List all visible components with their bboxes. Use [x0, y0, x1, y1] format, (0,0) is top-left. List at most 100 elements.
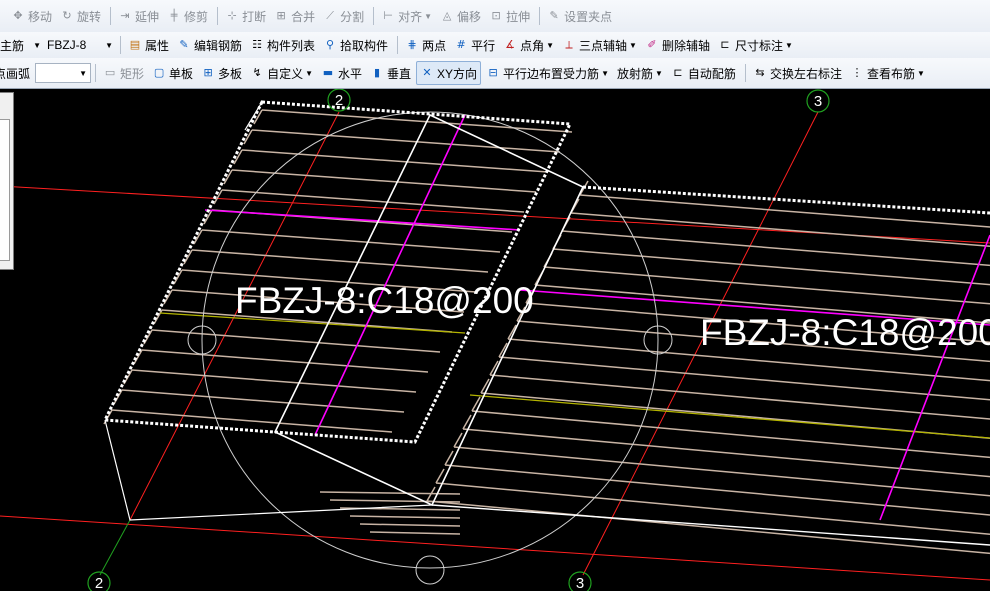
three-point-icon: ⟂	[565, 38, 573, 51]
move-icon: ✥	[13, 9, 23, 22]
rotate-button[interactable]: ↻ 旋转	[57, 5, 104, 27]
separator	[744, 64, 746, 82]
extend-button[interactable]: ⇥ 延伸	[115, 5, 162, 27]
chevron-down-icon: ▼	[785, 40, 793, 50]
auto-rebar-button[interactable]: ⊏ 自动配筋	[668, 62, 739, 84]
xy-direction-button[interactable]: ✕ XY方向	[416, 61, 482, 85]
component-select[interactable]: FBZJ-8 ▼	[44, 35, 116, 55]
split-icon: ⟋	[326, 9, 334, 22]
eraser-icon: ✐	[647, 38, 657, 51]
parallel-edge-rebar-button[interactable]: ⊟ 平行边布置受力筋 ▼	[483, 62, 612, 84]
multi-slab-icon: ⊞	[203, 66, 213, 79]
delete-aux-button[interactable]: ✐ 删除辅轴	[642, 34, 713, 56]
three-point-aux-button[interactable]: ⟂ 三点辅轴 ▼	[559, 34, 640, 56]
component-toolbar: 主筋 ▼ FBZJ-8 ▼ ▤ 属性 ✎ 编辑钢筋 ☷ 构件列表 ⚲ 拾取构件 ⋕ 两点 # 平…	[0, 32, 990, 59]
trim-button[interactable]: ╪ 修剪	[164, 5, 211, 27]
horizontal-icon: ▬	[322, 66, 334, 79]
left-dock-content	[0, 119, 10, 261]
separator	[373, 7, 375, 25]
custom-icon: ↯	[252, 66, 262, 79]
single-slab-button[interactable]: ▢ 单板	[149, 62, 196, 84]
break-button[interactable]: ⊹ 打断	[222, 5, 269, 27]
break-icon: ⊹	[227, 9, 237, 22]
chevron-down-icon: ▼	[79, 68, 88, 78]
align-button[interactable]: ⊢ 对齐 ▼	[378, 5, 435, 27]
dimension-button[interactable]: ⊏ 尺寸标注 ▼	[715, 34, 796, 56]
edit-toolbar: ✥ 移动 ↻ 旋转 ⇥ 延伸 ╪ 修剪 ⊹ 打断 ⊞ 合并 ⟋ 分割 ⊢ 对齐 ▼ ◬ 偏移 ⊡ 拉伸…	[0, 0, 990, 33]
vertical-button[interactable]: ▮ 垂直	[367, 62, 414, 84]
parallel-icon: #	[456, 38, 466, 51]
stretch-icon: ⊡	[491, 9, 501, 22]
arc-mode-label: 点画弧	[0, 66, 31, 81]
separator	[217, 7, 219, 25]
chevron-down-icon: ▼	[916, 68, 925, 78]
swap-icon: ⇆	[755, 66, 765, 79]
set-grip-button[interactable]: ✎ 设置夹点	[544, 5, 615, 27]
split-button[interactable]: ⟋ 分割	[320, 5, 367, 27]
rectangle-icon: ▭	[104, 66, 116, 79]
axis-label: 2	[335, 92, 343, 109]
horizontal-button[interactable]: ▬ 水平	[318, 62, 365, 84]
separator	[110, 7, 112, 25]
parallel-edge-icon: ⊟	[488, 66, 498, 79]
point-angle-icon: ∡	[505, 38, 516, 51]
merge-icon: ⊞	[276, 9, 286, 22]
swap-label-button[interactable]: ⇆ 交换左右标注	[750, 62, 845, 84]
trim-icon: ╪	[170, 9, 178, 22]
properties-icon: ▤	[129, 38, 141, 51]
view-rebar-button[interactable]: ⋮ 查看布筋 ▼	[847, 62, 928, 84]
separator	[120, 36, 121, 54]
draw-toolbar: 点画弧 ▼ ▭矩形 ▢单板 ⊞多板 ↯自定义▼ ▬水平 ▮垂直 ✕XY方向 ⊟平…	[0, 58, 990, 89]
edit-rebar-button[interactable]: ✎ 编辑钢筋	[174, 34, 245, 56]
chevron-down-icon: ▼	[629, 40, 637, 50]
parallel-button[interactable]: # 平行	[451, 34, 498, 56]
extend-icon: ⇥	[120, 9, 130, 22]
chevron-down-icon: ▼	[601, 68, 609, 78]
chevron-down-icon: ▼	[305, 68, 313, 78]
offset-icon: ◬	[442, 9, 452, 22]
rebar-label[interactable]: FBZJ-8:C18@200	[235, 280, 534, 321]
pencil-icon: ✎	[179, 38, 189, 51]
chevron-down-icon: ▼	[424, 11, 433, 21]
align-icon: ⊢	[383, 9, 393, 22]
single-slab-icon: ▢	[153, 66, 165, 79]
point-angle-button[interactable]: ∡ 点角 ▼	[500, 34, 557, 56]
separator	[539, 7, 541, 25]
dimension-icon: ⊏	[720, 38, 730, 51]
pick-icon: ⚲	[326, 38, 335, 51]
arc-value-select[interactable]: ▼	[35, 63, 92, 83]
chevron-down-icon: ▼	[33, 40, 41, 50]
multi-slab-button[interactable]: ⊞ 多板	[198, 62, 245, 84]
stretch-button[interactable]: ⊡ 拉伸	[486, 5, 533, 27]
two-points-button[interactable]: ⋕ 两点	[402, 34, 449, 56]
axis-label: 3	[576, 575, 584, 591]
axis-label: 2	[95, 575, 103, 591]
chevron-down-icon: ▼	[655, 68, 663, 78]
move-button[interactable]: ✥ 移动	[8, 5, 55, 27]
radial-rebar-button[interactable]: 放射筋 ▼	[614, 62, 666, 84]
offset-button[interactable]: ◬ 偏移	[437, 5, 484, 27]
auto-rebar-icon: ⊏	[673, 66, 683, 79]
rebar-label[interactable]: FBZJ-8:C18@200	[700, 312, 990, 353]
xy-direction-icon: ✕	[422, 66, 432, 79]
rotate-icon: ↻	[62, 9, 72, 22]
separator	[95, 64, 97, 82]
grip-icon: ✎	[549, 9, 559, 22]
drawing-canvas[interactable]: 2 3 2 3 FBZJ-8:C18@200 FBZJ-8:C18@200	[0, 89, 990, 591]
separator	[397, 36, 399, 54]
list-icon: ☷	[252, 38, 262, 51]
custom-button[interactable]: ↯ 自定义 ▼	[247, 62, 316, 84]
properties-button[interactable]: ▤ 属性	[125, 34, 172, 56]
merge-button[interactable]: ⊞ 合并	[271, 5, 318, 27]
two-points-icon: ⋕	[407, 38, 417, 51]
left-dock-panel[interactable]	[0, 92, 14, 270]
rebar-type-select[interactable]: 主筋 ▼	[0, 35, 44, 55]
chevron-down-icon: ▼	[546, 40, 555, 50]
axis-label: 3	[814, 93, 822, 110]
chevron-down-icon: ▼	[105, 40, 113, 50]
rectangle-button[interactable]: ▭ 矩形	[100, 62, 147, 84]
vertical-icon: ▮	[373, 66, 381, 79]
view-rebar-icon: ⋮	[851, 66, 863, 79]
component-list-button[interactable]: ☷ 构件列表	[247, 34, 318, 56]
pick-component-button[interactable]: ⚲ 拾取构件	[320, 34, 391, 56]
